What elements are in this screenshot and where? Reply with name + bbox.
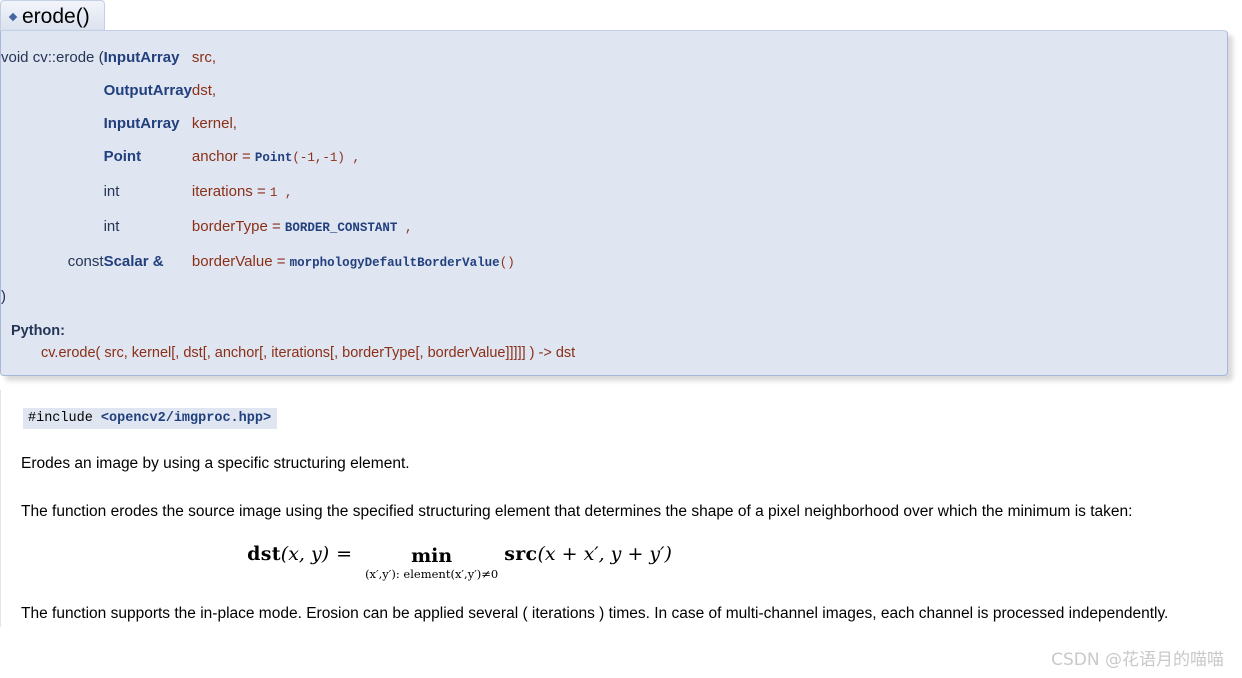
signature-spacer: [1, 107, 104, 140]
default-value-link[interactable]: morphologyDefaultBorderValue: [290, 256, 500, 270]
param-qualifier-const: const: [67, 253, 104, 270]
close-paren: ): [1, 288, 6, 305]
signature-spacer: [1, 74, 104, 107]
param-name-bordertype: borderType = BORDER_CONSTANT ,: [191, 218, 413, 235]
function-signature-box: void cv::erode ( InputArray src, OutputA…: [0, 30, 1228, 376]
include-keyword: #include: [28, 411, 101, 426]
param-type-bordertype: int: [103, 218, 120, 235]
formula-equals: =: [336, 543, 353, 565]
default-value-tail: ,: [284, 186, 293, 200]
python-section: Python: cv.erode( src, kernel[, dst[, an…: [1, 313, 1219, 365]
member-documentation: #include <opencv2/imgproc.hpp> Erodes an…: [0, 390, 1242, 627]
param-type-link[interactable]: Scalar: [104, 253, 149, 270]
summary-paragraph: Erodes an image by using a specific stru…: [21, 455, 410, 472]
signature-row: ): [1, 280, 515, 313]
param-name-src: src,: [191, 49, 217, 66]
description-paragraph-1: The function erodes the source image usi…: [21, 503, 1133, 520]
csdn-watermark: CSDN @花语月的喵喵: [1051, 650, 1224, 670]
signature-row: int borderType = BORDER_CONSTANT ,: [1, 210, 515, 245]
param-name-kernel: kernel,: [191, 115, 237, 132]
param-default-anchor: Point(-1,-1) ,: [255, 151, 360, 165]
default-value-link[interactable]: Point: [255, 151, 293, 165]
return-type: void: [1, 49, 29, 66]
param-default-bordertype: BORDER_CONSTANT ,: [285, 221, 413, 235]
param-default-bordervalue: morphologyDefaultBorderValue(): [290, 256, 515, 270]
title-tab-rule: [128, 29, 1242, 30]
page-title: erode(): [22, 4, 90, 28]
default-value-rest: (-1,-1): [292, 151, 345, 165]
signature-row: InputArray kernel,: [1, 107, 515, 140]
param-type-kernel[interactable]: InputArray: [104, 107, 192, 140]
signature-spacer: [1, 140, 104, 175]
signature-row: int iterations = 1 ,: [1, 175, 515, 210]
param-type-bordervalue[interactable]: Scalar &: [104, 245, 192, 280]
default-value-rest: 1: [269, 186, 278, 200]
default-value-rest: (): [499, 256, 515, 270]
param-type-anchor[interactable]: Point: [104, 140, 192, 175]
description-paragraph-2: The function supports the in-place mode.…: [21, 605, 1169, 622]
param-default-iterations: 1 ,: [270, 186, 293, 200]
formula-rhs-args: (x + x′, y + y′): [537, 543, 672, 565]
formula-min-label: min: [411, 545, 453, 567]
function-name[interactable]: cv::erode: [33, 49, 95, 66]
param-name-anchor: anchor = Point(-1,-1) ,: [191, 148, 360, 165]
param-type-link[interactable]: InputArray: [104, 115, 180, 132]
erosion-formula: dst (x, y) = min (x′,y′): element(x′,y′)≠…: [247, 543, 672, 582]
param-type-link[interactable]: InputArray: [104, 49, 180, 66]
param-name-dst: dst,: [191, 82, 217, 99]
formula-lhs-function: dst: [247, 543, 281, 565]
python-signature: cv.erode( src, kernel[, dst[, anchor[, i…: [41, 345, 576, 361]
param-type-iterations: int: [103, 183, 120, 200]
param-type-link[interactable]: OutputArray: [104, 82, 192, 99]
signature-table: void cv::erode ( InputArray src, OutputA…: [1, 41, 515, 313]
formula-min-subscript: (x′,y′): element(x′,y′)≠0: [365, 567, 499, 581]
diamond-bullet-icon: [8, 12, 18, 22]
include-directive-box: #include <opencv2/imgproc.hpp>: [23, 408, 278, 429]
param-name-bordervalue: borderValue = morphologyDefaultBorderVal…: [191, 253, 515, 270]
formula-container: dst (x, y) = min (x′,y′): element(x′,y′)≠…: [21, 543, 1228, 582]
param-type-dst[interactable]: OutputArray: [104, 74, 192, 107]
python-label: Python:: [11, 323, 65, 339]
member-title-tab[interactable]: erode(): [0, 0, 105, 30]
param-name-iterations: iterations = 1 ,: [191, 183, 293, 200]
param-type-link[interactable]: Point: [104, 148, 142, 165]
formula-lhs-args: (x, y): [280, 543, 330, 565]
formula-rhs-function: src: [504, 543, 538, 565]
signature-row: Point anchor = Point(-1,-1) ,: [1, 140, 515, 175]
param-type-ref-suffix: &: [152, 253, 164, 270]
signature-row: OutputArray dst,: [1, 74, 515, 107]
signature-row: const Scalar & borderValue = morphologyD…: [1, 245, 515, 280]
formula-min-operator: min (x′,y′): element(x′,y′)≠0: [365, 545, 499, 582]
default-value-tail: ,: [352, 151, 360, 165]
signature-spacer: [1, 175, 104, 210]
signature-spacer: [1, 210, 104, 245]
include-header-link[interactable]: <opencv2/imgproc.hpp>: [101, 411, 271, 426]
default-value-link[interactable]: BORDER_CONSTANT: [285, 221, 398, 235]
default-value-tail: ,: [404, 221, 413, 235]
signature-lead: void cv::erode (: [1, 41, 104, 74]
param-type-src[interactable]: InputArray: [104, 41, 192, 74]
signature-row: void cv::erode ( InputArray src,: [1, 41, 515, 74]
